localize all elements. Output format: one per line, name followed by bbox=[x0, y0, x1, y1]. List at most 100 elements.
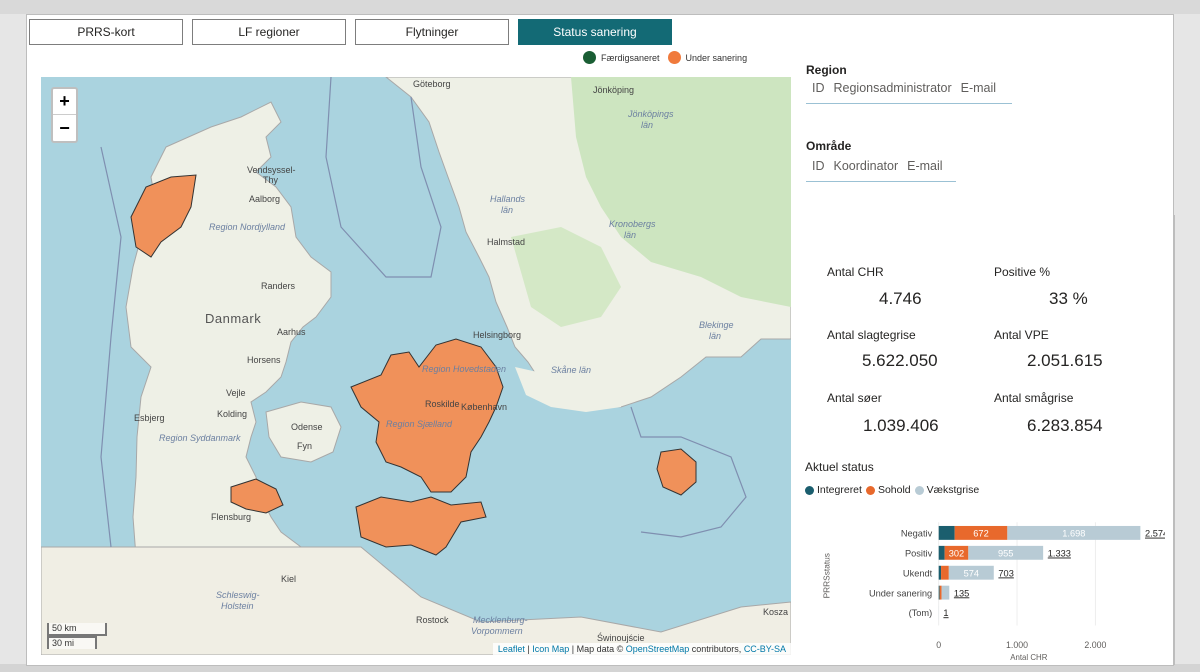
kpi-positive-value: 33 % bbox=[1049, 289, 1088, 308]
bar-segment[interactable] bbox=[938, 565, 942, 580]
kpi-slagtegrise-label: Antal slagtegrise bbox=[827, 328, 916, 342]
leaflet-link[interactable]: Leaflet bbox=[498, 644, 525, 654]
data-label: 302 bbox=[949, 549, 964, 559]
label-esbjerg: Esbjerg bbox=[134, 413, 165, 423]
kpi-soer-label: Antal søer bbox=[827, 391, 882, 405]
lolland-area bbox=[355, 496, 487, 556]
region-col-admin: Regionsadministrator bbox=[833, 81, 952, 95]
label-randers: Randers bbox=[261, 281, 296, 291]
bar-segment[interactable] bbox=[941, 585, 950, 600]
label-fyn: Fyn bbox=[297, 441, 313, 451]
sjaelland-area bbox=[350, 338, 504, 493]
label-vorpommern: Vorpommern bbox=[471, 626, 523, 636]
label-region-nordjylland: Region Nordjylland bbox=[209, 222, 286, 232]
omraade-title: Område bbox=[806, 139, 852, 153]
label-hallands-lan-2: län bbox=[501, 205, 514, 215]
fyn-land bbox=[265, 401, 342, 463]
legend-integreret-label: Integreret bbox=[817, 484, 862, 496]
category-label: Negativ bbox=[901, 529, 933, 539]
attrib-sep-2: | Map data © bbox=[569, 644, 626, 654]
tab-lf-regioner[interactable]: LF regioner bbox=[192, 19, 346, 45]
legend-done-dot bbox=[583, 51, 596, 64]
label-region-sjaelland: Region Sjælland bbox=[386, 419, 453, 429]
label-region-syddanmark: Region Syddanmark bbox=[159, 433, 241, 443]
label-jonkopings-lan-2: län bbox=[641, 120, 654, 130]
zoom-out-button[interactable]: − bbox=[53, 115, 76, 141]
total-label: 2.574 bbox=[1145, 529, 1165, 539]
x-tick-label: 1.000 bbox=[1006, 640, 1028, 650]
x-tick-label: 2.000 bbox=[1084, 640, 1106, 650]
label-region-hovedstaden: Region Hovedstaden bbox=[422, 364, 507, 374]
label-blekinge-2: län bbox=[709, 331, 722, 341]
kpi-soer-value: 1.039.406 bbox=[863, 416, 939, 435]
eez-line-3 bbox=[100, 146, 122, 548]
label-danmark: Danmark bbox=[205, 311, 262, 326]
zoom-control: + − bbox=[51, 87, 78, 143]
legend-done-label: Færdigsaneret bbox=[601, 52, 660, 63]
label-kronobergs-lan-2: län bbox=[624, 230, 637, 240]
label-kronobergs-lan: Kronobergs bbox=[609, 219, 656, 229]
bar-segment[interactable] bbox=[938, 525, 955, 540]
label-halmstad: Halmstad bbox=[487, 237, 526, 247]
kpi-vpe-value: 2.051.615 bbox=[1027, 351, 1103, 370]
bar-segment[interactable] bbox=[939, 585, 942, 600]
map[interactable]: Göteborg Jönköping Jönköpings län Vendsy… bbox=[41, 77, 791, 655]
kpi-slagtegrise-value: 5.622.050 bbox=[862, 351, 938, 370]
label-swinoujscie: Świnoujście bbox=[597, 633, 645, 643]
label-schleswig: Schleswig- bbox=[216, 590, 260, 600]
scale-mi: 30 mi bbox=[47, 636, 97, 649]
label-rostock: Rostock bbox=[416, 615, 449, 625]
label-kiel: Kiel bbox=[281, 574, 297, 584]
map-attribution: Leaflet | Icon Map | Map data © OpenStre… bbox=[492, 643, 791, 655]
label-jonkoping: Jönköping bbox=[593, 85, 635, 95]
kpi-antal-chr-value: 4.746 bbox=[879, 289, 922, 308]
label-vejle: Vejle bbox=[226, 388, 246, 398]
label-koszalin: Kosza bbox=[763, 607, 789, 617]
region-col-email: E-mail bbox=[960, 81, 997, 95]
zoom-in-button[interactable]: + bbox=[53, 89, 76, 115]
label-odense: Odense bbox=[291, 422, 323, 432]
attrib-contrib: contributors, bbox=[689, 644, 744, 654]
bar-segment[interactable] bbox=[938, 545, 945, 560]
kpi-smaagrise-label: Antal smågrise bbox=[994, 391, 1074, 405]
map-legend: Færdigsaneret Under sanering bbox=[583, 51, 747, 64]
report-canvas: PRRS-kort LF regioner Flytninger Status … bbox=[26, 14, 1175, 666]
total-label: 703 bbox=[998, 568, 1013, 578]
iconmap-link[interactable]: Icon Map bbox=[532, 644, 569, 654]
germany-land bbox=[41, 546, 791, 655]
category-label: Ukendt bbox=[903, 568, 933, 578]
category-label: (Tom) bbox=[909, 608, 933, 618]
kpi-smaagrise-value: 6.283.854 bbox=[1027, 416, 1103, 435]
tab-flytninger[interactable]: Flytninger bbox=[355, 19, 509, 45]
data-label: 955 bbox=[998, 549, 1013, 559]
tab-prrs-kort[interactable]: PRRS-kort bbox=[29, 19, 183, 45]
bar-segment[interactable] bbox=[938, 585, 940, 600]
kpi-positive-label: Positive % bbox=[994, 265, 1051, 279]
label-helsingborg: Helsingborg bbox=[473, 330, 522, 340]
status-bar-chart[interactable]: PRRSstatus Negativ 672 1.698 2.574 Positiv 302… bbox=[805, 513, 1165, 663]
panel-divider bbox=[1174, 215, 1175, 665]
kpi-antal-chr-label: Antal CHR bbox=[827, 265, 884, 279]
map-canvas bbox=[41, 77, 791, 655]
x-axis-title: Antal CHR bbox=[1010, 653, 1047, 662]
osm-link[interactable]: OpenStreetMap bbox=[626, 644, 690, 654]
map-scale: 50 km 30 mi bbox=[47, 623, 107, 649]
license-link[interactable]: CC-BY-SA bbox=[744, 644, 786, 654]
scale-km: 50 km bbox=[47, 623, 107, 636]
label-jonkopings-lan: Jönköpings bbox=[628, 109, 674, 119]
total-label: 135 bbox=[954, 588, 969, 598]
kpi-vpe-label: Antal VPE bbox=[994, 328, 1049, 342]
tab-status-sanering[interactable]: Status sanering bbox=[518, 19, 672, 45]
data-label: 672 bbox=[973, 529, 988, 539]
x-tick-label: 0 bbox=[936, 640, 941, 650]
omraade-header-row: ID Koordinator E-mail bbox=[806, 159, 956, 182]
total-label: 1.333 bbox=[1048, 549, 1071, 559]
label-skane-lan: Skåne län bbox=[551, 365, 592, 375]
bar-segment[interactable] bbox=[941, 565, 949, 580]
omraade-col-id: ID bbox=[812, 159, 825, 173]
legend-vaekstgrise-dot bbox=[914, 485, 924, 495]
status-legend: Integreret Sohold Vækstgrise bbox=[804, 484, 979, 496]
category-label: Under sanering bbox=[869, 588, 932, 598]
label-thy: Thy bbox=[263, 175, 279, 185]
label-aarhus: Aarhus bbox=[277, 327, 306, 337]
